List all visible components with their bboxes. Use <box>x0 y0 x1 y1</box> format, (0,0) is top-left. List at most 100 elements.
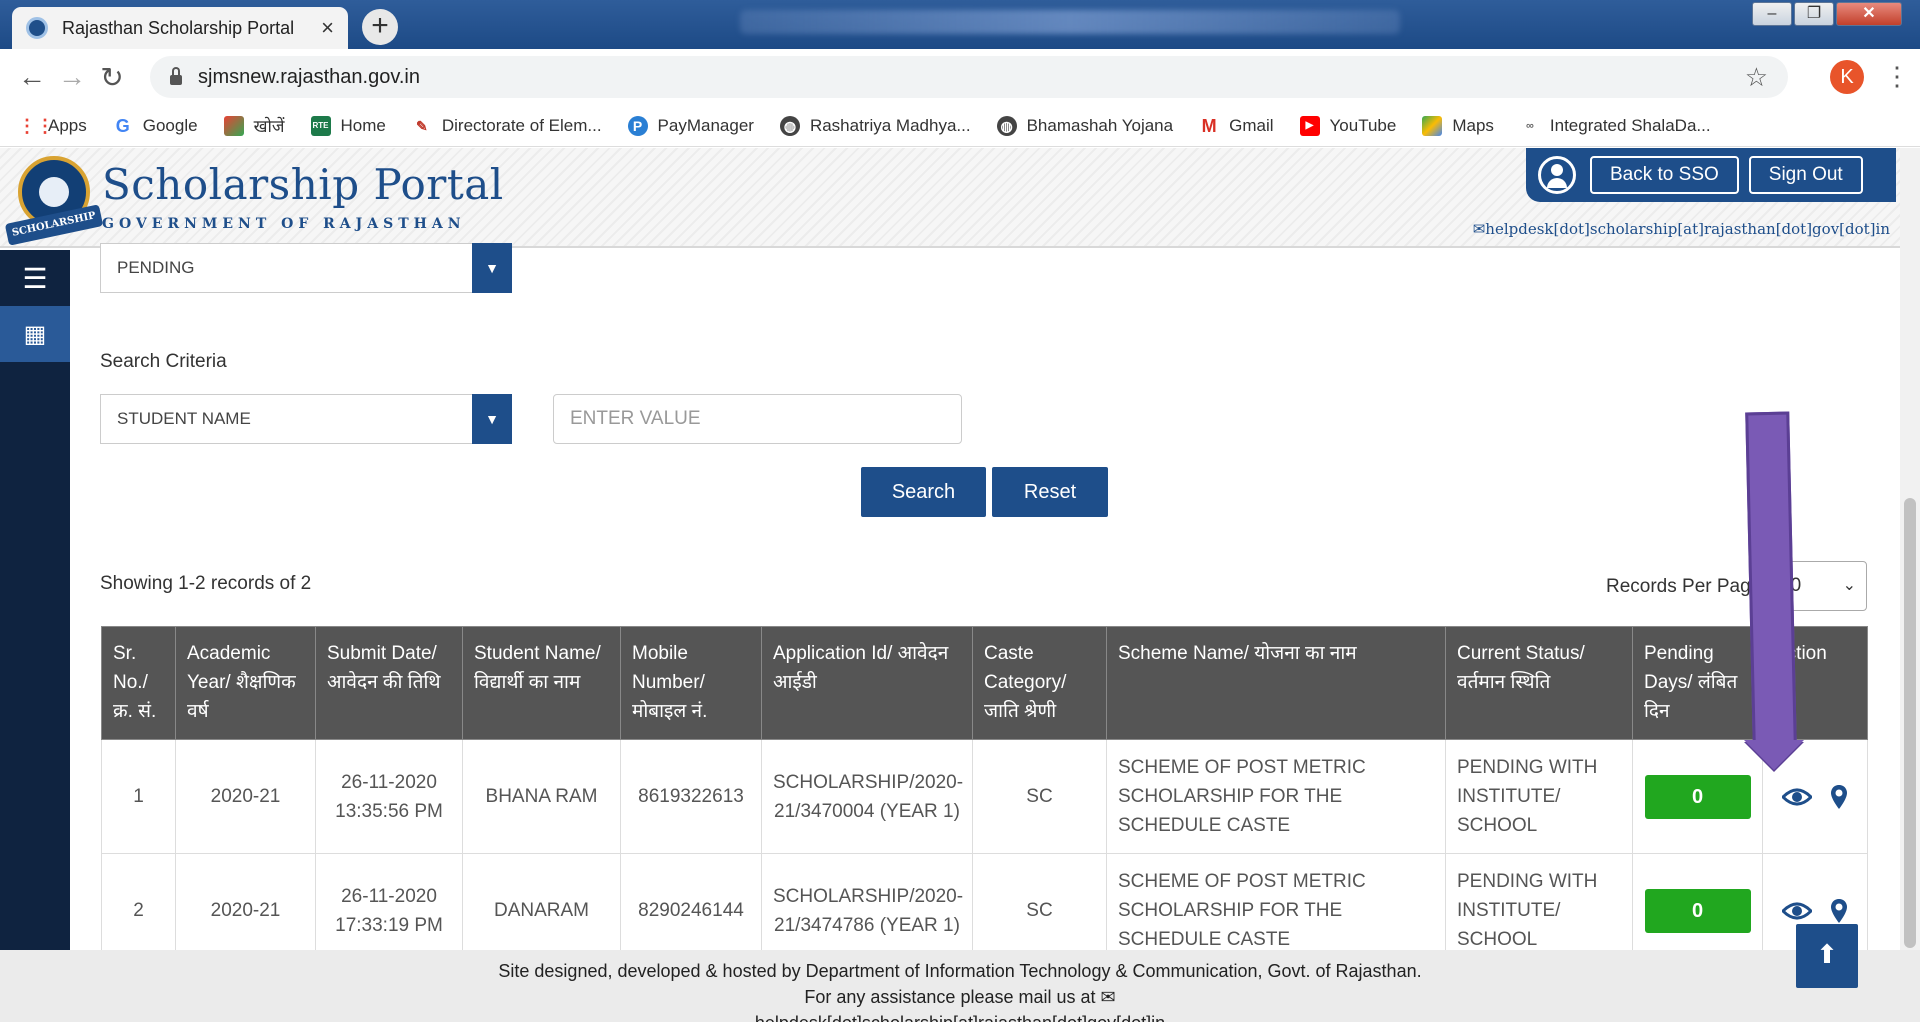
cell-sr: 1 <box>101 739 176 854</box>
column-header: Pending Days/ लंबित दिन <box>1632 626 1763 740</box>
bookmarks-bar: ⋮⋮ Apps G Google खोजें RTE Home ✎ Direct… <box>0 105 1920 147</box>
column-header: Student Name/ विद्यार्थी का नाम <box>462 626 621 740</box>
view-eye-icon[interactable] <box>1782 787 1812 807</box>
pending-days-badge: 0 <box>1644 774 1751 819</box>
search-value-placeholder: ENTER VALUE <box>570 408 701 429</box>
bookmark-google[interactable]: G Google <box>113 116 198 136</box>
mail-icon: ✉ <box>1100 987 1116 1007</box>
footer-assistance: For any assistance please mail us at ✉ <box>0 984 1920 1010</box>
google-icon: G <box>115 115 130 136</box>
annotation-arrow-head <box>1744 740 1804 770</box>
chevron-down-icon: ⌄ <box>1842 577 1856 594</box>
youtube-icon: ▶ <box>1299 115 1320 136</box>
helpdesk-email-text: helpdesk[dot]scholarship[at]rajasthan[do… <box>1485 220 1890 238</box>
bookmark-maps[interactable]: Maps <box>1422 115 1494 136</box>
column-header: Sr. No./ क्र. सं. <box>101 626 176 740</box>
column-header: Academic Year/ शैक्षणिक वर्ष <box>175 626 316 740</box>
cell-mobile: 8619322613 <box>620 739 762 854</box>
table-header-row: Sr. No./ क्र. सं. Academic Year/ शैक्षणि… <box>101 626 1868 740</box>
column-header: Caste Category/ जाति श्रेणी <box>972 626 1107 740</box>
khojen-icon <box>223 115 244 136</box>
user-profile-icon[interactable] <box>1538 156 1576 194</box>
sign-out-button[interactable]: Sign Out <box>1748 156 1863 194</box>
close-window-icon[interactable]: ✕ <box>1836 2 1902 26</box>
forward-arrow-icon[interactable]: → <box>52 61 92 93</box>
bookmark-apps[interactable]: ⋮⋮ Apps <box>18 116 87 136</box>
cell-caste: SC <box>972 739 1107 854</box>
status-select-value: PENDING <box>117 258 195 277</box>
scrollbar-thumb[interactable] <box>1904 498 1916 948</box>
cell-name: BHANA RAM <box>462 739 621 854</box>
applications-table: Sr. No./ क्र. सं. Academic Year/ शैक्षणि… <box>101 626 1868 968</box>
lock-icon <box>170 67 182 85</box>
bookmark-bhamashah[interactable]: ◍ Bhamashah Yojana <box>996 115 1173 136</box>
criteria-select-value: STUDENT NAME <box>117 409 251 428</box>
sidebar-item-institution[interactable]: ▦ <box>0 306 70 362</box>
portal-favicon-icon <box>26 17 48 39</box>
address-bar[interactable]: sjmsnew.rajasthan.gov.in ☆ <box>150 56 1788 98</box>
bookmark-gmail[interactable]: M Gmail <box>1199 116 1274 136</box>
search-value-input[interactable]: ENTER VALUE <box>553 394 962 444</box>
tab-title: Rajasthan Scholarship Portal <box>62 17 295 38</box>
cell-year: 2020-21 <box>175 739 316 854</box>
search-button[interactable]: Search <box>861 467 986 517</box>
cell-date: 26-11-2020 13:35:56 PM <box>315 739 463 854</box>
criteria-select[interactable]: STUDENT NAME ▼ <box>100 394 512 444</box>
minimize-icon[interactable]: – <box>1752 2 1792 26</box>
globe-icon: ◍ <box>996 115 1017 136</box>
bookmark-directorate[interactable]: ✎ Directorate of Elem... <box>412 116 602 136</box>
footer-email[interactable]: helpdesk[dot]scholarship[at]rajasthan[do… <box>0 1010 1920 1022</box>
portal-header: SCHOLARSHIP Scholarship Portal GOVERNMEN… <box>0 148 1920 248</box>
cell-scheme: SCHEME OF POST METRIC SCHOLARSHIP FOR TH… <box>1106 739 1446 854</box>
sidebar-menu-toggle[interactable]: ☰ <box>0 250 70 306</box>
profile-avatar[interactable]: K <box>1830 60 1864 94</box>
bookmark-home[interactable]: RTE Home <box>310 115 386 136</box>
browser-menu-icon[interactable]: ⋮ <box>1884 61 1910 92</box>
portal-subtitle: GOVERNMENT OF RAJASTHAN <box>102 216 466 232</box>
url-text[interactable]: sjmsnew.rajasthan.gov.in <box>198 66 420 89</box>
window-controls: – ❐ ✕ <box>1752 2 1902 26</box>
page-scrollbar[interactable] <box>1900 148 1920 950</box>
reset-button[interactable]: Reset <box>992 467 1108 517</box>
bookmark-star-icon[interactable]: ☆ <box>1745 62 1768 93</box>
location-pin-icon[interactable] <box>1830 898 1848 924</box>
mail-icon: ✉ <box>1472 220 1486 238</box>
bookmark-rashatriya[interactable]: ◍ Rashatriya Madhya... <box>779 115 971 136</box>
column-header: Submit Date/ आवेदन की तिथि <box>315 626 463 740</box>
blurred-window-title <box>740 10 1400 34</box>
reload-icon[interactable]: ↻ <box>92 61 132 94</box>
shaladarpan-icon: ∞ <box>1525 119 1534 132</box>
apps-grid-icon: ⋮⋮ <box>18 115 54 136</box>
records-per-page-label: Records Per Page <box>1606 576 1762 597</box>
restore-icon[interactable]: ❐ <box>1794 2 1834 26</box>
bookmark-paymanager[interactable]: P PayManager <box>627 115 754 136</box>
footer-credit: Site designed, developed & hosted by Dep… <box>498 961 1422 981</box>
back-arrow-icon[interactable]: ← <box>12 61 52 93</box>
annotation-arrow-shaft <box>1745 411 1797 746</box>
pending-days-badge: 0 <box>1644 888 1751 933</box>
location-pin-icon[interactable] <box>1830 784 1848 810</box>
arrow-up-icon: ⬆ <box>1816 939 1838 969</box>
browser-titlebar: Rajasthan Scholarship Portal × + – ❐ ✕ <box>0 0 1920 49</box>
user-panel: Back to SSO Sign Out <box>1526 148 1896 202</box>
building-icon: ▦ <box>23 320 47 348</box>
view-eye-icon[interactable] <box>1782 901 1812 921</box>
chevron-down-icon[interactable]: ▼ <box>472 243 512 293</box>
table-row: 1 2020-21 26-11-2020 13:35:56 PM BHANA R… <box>101 739 1868 854</box>
back-to-top-button[interactable]: ⬆ <box>1796 924 1858 988</box>
globe-icon: ◍ <box>779 115 800 136</box>
status-select[interactable]: PENDING ▼ <box>100 243 512 293</box>
bookmark-khojen[interactable]: खोजें <box>223 114 285 137</box>
chevron-down-icon[interactable]: ▼ <box>472 394 512 444</box>
showing-records-text: Showing 1-2 records of 2 <box>100 573 312 594</box>
helpdesk-email[interactable]: ✉helpdesk[dot]scholarship[at]rajasthan[d… <box>1473 220 1890 238</box>
close-tab-icon[interactable]: × <box>321 15 334 41</box>
browser-tab[interactable]: Rajasthan Scholarship Portal × <box>12 7 348 49</box>
rte-home-icon: RTE <box>310 115 331 136</box>
bookmark-shaladarpan[interactable]: ∞ Integrated ShalaDa... <box>1520 116 1711 136</box>
menu-list-icon: ☰ <box>22 262 48 294</box>
bookmark-youtube[interactable]: ▶ YouTube <box>1299 115 1396 136</box>
back-to-sso-button[interactable]: Back to SSO <box>1590 156 1739 194</box>
new-tab-button[interactable]: + <box>362 9 398 45</box>
column-header: Scheme Name/ योजना का नाम <box>1106 626 1446 740</box>
